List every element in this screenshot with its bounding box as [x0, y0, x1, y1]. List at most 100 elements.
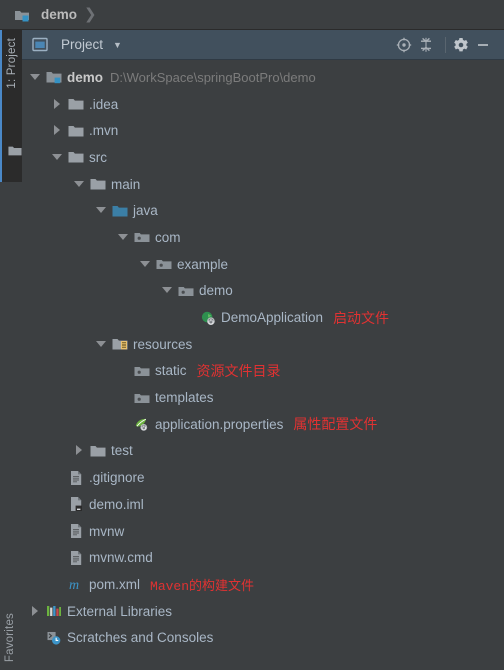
tree-row[interactable]: mvnw.cmd [22, 544, 504, 571]
tree-row-label: com [155, 229, 181, 245]
expand-arrow-icon[interactable] [52, 98, 63, 110]
tree-row[interactable]: demo D:\WorkSpace\springBootPro\demo [22, 64, 504, 91]
locate-in-tree-button[interactable] [395, 34, 417, 56]
breadcrumb-separator-icon: ❯ [84, 6, 97, 23]
tree-row[interactable]: demo.iml [22, 491, 504, 518]
collapse-arrow-icon[interactable] [30, 72, 41, 83]
header-divider [445, 36, 446, 53]
svg-text:m: m [69, 578, 79, 592]
iml-file-icon [68, 496, 84, 512]
collapse-arrow-icon[interactable] [162, 285, 173, 296]
folder-icon [68, 96, 84, 112]
tree-row-label: java [133, 203, 158, 219]
annotation-text: 属性配置文件 [293, 416, 378, 433]
tree-row[interactable]: .idea [22, 91, 504, 118]
rail-tab-project[interactable]: 1: Project [0, 30, 22, 182]
package-icon [134, 363, 150, 379]
collapse-all-icon [418, 37, 434, 53]
project-tool-window: Project ▼ demo D:\WorkSpace\springBootPr… [22, 30, 504, 670]
text-file-icon [68, 550, 84, 566]
tree-row[interactable]: DemoApplication 启动文件 [22, 304, 504, 331]
tree-row-label: pom.xml [89, 576, 141, 592]
external-libraries-icon [46, 603, 62, 619]
tree-row-label: .idea [89, 96, 119, 112]
project-window-icon [32, 37, 48, 53]
expand-arrow-icon[interactable] [30, 605, 41, 617]
collapse-arrow-icon[interactable] [96, 205, 107, 216]
minimize-icon [475, 37, 491, 53]
chevron-down-icon[interactable]: ▼ [113, 40, 122, 50]
tree-row-label: .mvn [89, 123, 119, 139]
tree-row[interactable]: application.properties 属性配置文件 [22, 411, 504, 438]
project-tree[interactable]: demo D:\WorkSpace\springBootPro\demo .idea… [22, 60, 504, 670]
tree-row[interactable]: mvnw [22, 518, 504, 545]
package-icon [178, 283, 194, 299]
tree-row[interactable]: java [22, 197, 504, 224]
tree-row[interactable]: External Libraries [22, 598, 504, 625]
maven-file-icon: m [68, 576, 84, 592]
tree-row[interactable]: main [22, 171, 504, 198]
tree-row[interactable]: resources [22, 331, 504, 358]
annotation-text: Maven的构建文件 [150, 578, 255, 594]
tree-row-path: D:\WorkSpace\springBootPro\demo [110, 69, 316, 85]
tree-row-label: application.properties [155, 416, 284, 432]
breadcrumb: demo ❯ [0, 0, 504, 30]
tree-row[interactable]: Scratches and Consoles [22, 624, 504, 651]
spring-properties-icon [134, 416, 150, 432]
collapse-arrow-icon[interactable] [52, 152, 63, 163]
collapse-all-button[interactable] [417, 34, 439, 56]
tree-row-label: demo.iml [89, 496, 144, 512]
spring-boot-class-icon [200, 310, 216, 326]
source-root-icon [112, 203, 128, 219]
tool-window-rail: 1: Project Favorites [0, 30, 22, 670]
tree-row[interactable]: static 资源文件目录 [22, 358, 504, 385]
tree-row[interactable]: test [22, 438, 504, 465]
tree-row-label: External Libraries [67, 603, 173, 619]
scratches-icon [46, 630, 62, 646]
package-icon [134, 229, 150, 245]
rail-tab-project-label: 1: Project [6, 38, 18, 89]
breadcrumb-label: demo [41, 7, 78, 22]
module-folder-icon [14, 7, 30, 23]
collapse-arrow-icon[interactable] [74, 179, 85, 190]
package-icon [134, 390, 150, 406]
tree-row-label: resources [133, 336, 193, 352]
tree-row-label: demo [67, 69, 104, 85]
tool-window-title: Project [61, 37, 104, 52]
tree-row-label: test [111, 443, 133, 459]
tree-row-label: templates [155, 390, 214, 406]
tree-row[interactable]: example [22, 251, 504, 278]
module-folder-icon [46, 69, 62, 85]
expand-arrow-icon[interactable] [74, 445, 85, 456]
text-file-icon [68, 470, 84, 486]
tree-row[interactable]: .mvn [22, 117, 504, 144]
breadcrumb-item-demo[interactable]: demo [14, 7, 77, 23]
tree-row[interactable]: .gitignore [22, 464, 504, 491]
tree-row-label: Scratches and Consoles [67, 630, 214, 646]
folder-icon [68, 123, 84, 139]
collapse-arrow-icon[interactable] [140, 259, 151, 270]
hide-button[interactable] [474, 34, 496, 56]
target-icon [396, 37, 412, 53]
resource-root-icon [112, 336, 128, 352]
tree-row-label: main [111, 176, 141, 192]
tree-row-label: example [177, 256, 229, 272]
rail-tab-favorites-label[interactable]: Favorites [4, 613, 16, 662]
annotation-text: 资源文件目录 [196, 362, 281, 379]
tree-row-label: src [89, 149, 107, 165]
tree-row-label: DemoApplication [221, 310, 324, 326]
folder-icon [90, 443, 106, 459]
collapse-arrow-icon[interactable] [96, 339, 107, 350]
gear-icon [453, 37, 469, 53]
collapse-arrow-icon[interactable] [118, 232, 129, 243]
tree-row[interactable]: src [22, 144, 504, 171]
tree-row[interactable]: com [22, 224, 504, 251]
text-file-icon [68, 523, 84, 539]
settings-button[interactable] [452, 34, 474, 56]
folder-icon [7, 142, 23, 158]
tree-row[interactable]: m pom.xml Maven的构建文件 [22, 571, 504, 598]
tree-row[interactable]: demo [22, 278, 504, 305]
expand-arrow-icon[interactable] [52, 125, 63, 136]
tree-row-label: static [155, 363, 187, 379]
tree-row[interactable]: templates [22, 384, 504, 411]
